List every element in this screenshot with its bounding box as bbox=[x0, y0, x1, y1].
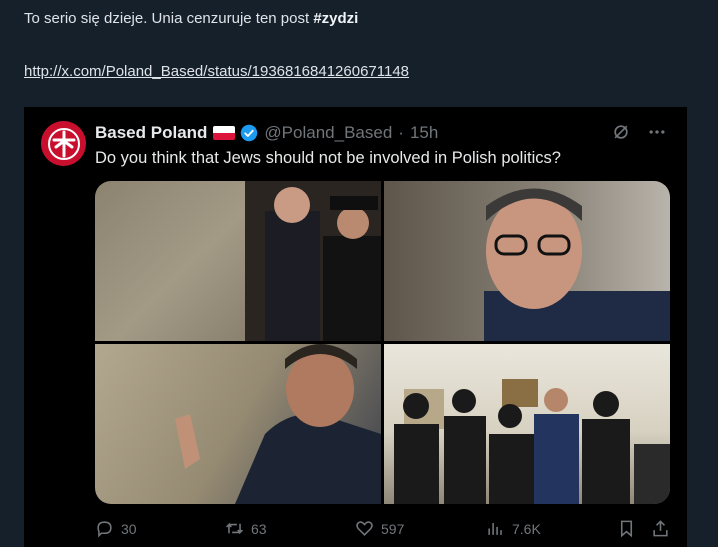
like-button[interactable]: 597 bbox=[355, 519, 404, 538]
reply-icon bbox=[97, 521, 112, 538]
embedded-tweet[interactable]: Based Poland @Poland_Based · 15h Do you … bbox=[24, 107, 687, 547]
photo-group-office[interactable] bbox=[384, 344, 670, 504]
tweet-time[interactable]: 15h bbox=[410, 123, 438, 143]
share-icon bbox=[653, 520, 668, 537]
avatar[interactable] bbox=[41, 121, 86, 166]
like-count: 597 bbox=[381, 520, 405, 537]
eagle-emblem-icon bbox=[47, 127, 80, 160]
tweet-header: Based Poland @Poland_Based · 15h bbox=[95, 123, 438, 143]
heart-icon bbox=[356, 521, 373, 536]
tweet-text: Do you think that Jews should not be inv… bbox=[95, 149, 561, 167]
photo-wall-shush[interactable] bbox=[95, 181, 381, 341]
tweet-top-actions bbox=[611, 122, 667, 142]
author-handle[interactable]: @Poland_Based bbox=[264, 123, 392, 143]
verified-badge-icon bbox=[240, 124, 258, 142]
share-button[interactable] bbox=[651, 519, 670, 538]
author-name[interactable]: Based Poland bbox=[95, 123, 207, 143]
more-options-icon[interactable] bbox=[647, 122, 667, 142]
view-count: 7.6K bbox=[512, 520, 541, 537]
repost-count: 63 bbox=[251, 520, 267, 537]
reply-count: 30 bbox=[121, 520, 137, 537]
photo-wall-prayer[interactable] bbox=[95, 344, 381, 504]
views-button[interactable]: 7.6K bbox=[486, 519, 541, 538]
repost-button[interactable]: 63 bbox=[225, 519, 267, 538]
tweet-url-link[interactable]: http://x.com/Poland_Based/status/1936816… bbox=[24, 63, 409, 80]
post-text: To serio się dzieje. Unia cenzuruje ten … bbox=[24, 10, 358, 27]
bookmark-button[interactable] bbox=[617, 519, 636, 538]
reply-button[interactable]: 30 bbox=[95, 519, 137, 538]
post-body: To serio się dzieje. Unia cenzuruje ten … bbox=[24, 10, 314, 27]
photo-man-glasses[interactable] bbox=[384, 181, 670, 341]
grok-icon[interactable] bbox=[611, 122, 631, 142]
bookmark-icon bbox=[620, 520, 633, 538]
poland-flag-icon bbox=[213, 126, 236, 140]
repost-icon bbox=[226, 522, 243, 535]
tweet-actions: 30 63 597 7.6K bbox=[95, 519, 675, 539]
hashtag-link[interactable]: #zydzi bbox=[313, 10, 358, 27]
separator-dot: · bbox=[398, 123, 404, 142]
views-chart-icon bbox=[488, 522, 502, 535]
tweet-media-grid bbox=[95, 181, 670, 504]
